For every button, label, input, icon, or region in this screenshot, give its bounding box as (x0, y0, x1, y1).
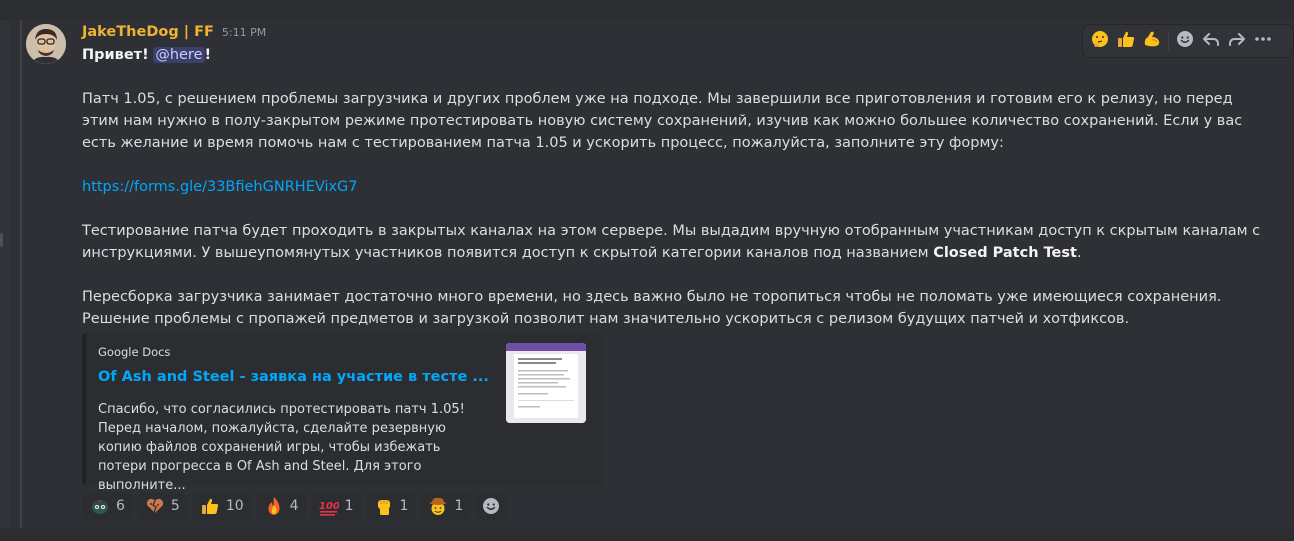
broken-heart-emoji (145, 496, 165, 516)
quick-reaction-flexed-biceps[interactable] (1139, 27, 1165, 55)
reaction-cowboy-face[interactable]: 1 (420, 492, 472, 520)
custom-face-emoji (90, 496, 110, 516)
add-reaction-button[interactable] (1172, 27, 1198, 55)
form-link-line: https://forms.gle/33BfiehGNRHEVixG7 (82, 176, 1272, 198)
thumbs-up-emoji (200, 496, 220, 516)
reaction-count: 1 (344, 498, 354, 514)
reply-button[interactable] (1198, 27, 1224, 55)
paragraph-2: Тестирование патча будет проходить в зак… (82, 220, 1272, 264)
svg-text:100: 100 (319, 501, 339, 512)
embed-provider[interactable]: Google Docs (98, 345, 170, 359)
reaction-raised-fist[interactable]: 1 (365, 492, 417, 520)
forward-icon (1227, 29, 1247, 54)
reaction-count: 4 (289, 498, 299, 514)
message-action-toolbar (1082, 24, 1294, 58)
reaction-count: 5 (170, 498, 180, 514)
paragraph-2-end: . (1076, 245, 1082, 261)
message-highlight-bar (20, 20, 22, 528)
add-reaction-icon (1175, 29, 1195, 54)
fire-emoji (264, 496, 284, 516)
greeting-text: Привет! (82, 47, 149, 63)
channel-bottom-strip (0, 528, 1294, 541)
thinking-face-emoji (1090, 29, 1110, 54)
quick-reaction-thumbs-up[interactable] (1113, 27, 1139, 55)
closed-patch-test-bold: Closed Patch Test (933, 245, 1077, 261)
embed-thumbnail[interactable] (506, 343, 586, 423)
reaction-broken-heart[interactable]: 5 (136, 492, 188, 520)
link-embed: Google Docs Of Ash and Steel - заявка на… (82, 333, 604, 493)
cowboy-face-emoji (428, 496, 448, 516)
reaction-custom-face[interactable]: 6 (82, 492, 133, 520)
avatar[interactable] (26, 24, 66, 64)
message-header: JakeTheDog | FF 5:11 PM (82, 24, 266, 44)
reaction-count: 1 (454, 498, 464, 514)
more-icon (1253, 29, 1273, 54)
reply-icon (1201, 29, 1221, 54)
chat-message: JakeTheDog | FF 5:11 PM Привет! @here! П… (10, 20, 1294, 528)
form-link[interactable]: https://forms.gle/33BfiehGNRHEVixG7 (82, 179, 358, 195)
paragraph-3: Пересборка загрузчика занимает достаточн… (82, 289, 1222, 327)
reaction-fire[interactable]: 4 (255, 492, 307, 520)
embed-description: Спасибо, что согласились протестировать … (98, 402, 465, 493)
add-reaction-button[interactable] (475, 492, 508, 520)
channel-top-strip (0, 0, 1294, 20)
thumbs-up-emoji (1116, 29, 1136, 54)
embed-title[interactable]: Of Ash and Steel - заявка на участие в т… (98, 369, 489, 385)
hundred-points-emoji: 100 (319, 496, 339, 516)
paragraph-1: Патч 1.05, с решением проблемы загрузчик… (82, 91, 1243, 151)
reaction-bar: 6 5 10 4 100 1 1 1 (82, 492, 508, 520)
add-reaction-icon (481, 496, 501, 516)
reaction-count: 6 (116, 498, 125, 514)
timestamp[interactable]: 5:11 PM (222, 26, 266, 39)
reaction-thumbs-up[interactable]: 10 (191, 492, 252, 520)
paragraph-2-text: Тестирование патча будет проходить в зак… (82, 223, 1261, 261)
reaction-count: 10 (225, 498, 244, 514)
flexed-biceps-emoji (1142, 29, 1162, 54)
message-content: Привет! @here! Патч 1.05, с решением про… (82, 44, 1272, 330)
greeting-end: ! (204, 47, 212, 63)
raised-fist-emoji (374, 496, 394, 516)
more-button[interactable] (1250, 27, 1276, 55)
reaction-count: 1 (399, 498, 409, 514)
quick-reaction-thinking[interactable] (1087, 27, 1113, 55)
forward-button[interactable] (1224, 27, 1250, 55)
username[interactable]: JakeTheDog | FF (82, 24, 214, 40)
here-mention[interactable]: @here (153, 47, 205, 63)
scroll-indicator (0, 233, 3, 247)
toolbar-separator (1168, 31, 1169, 51)
reaction-hundred-points[interactable]: 100 1 (310, 492, 362, 520)
